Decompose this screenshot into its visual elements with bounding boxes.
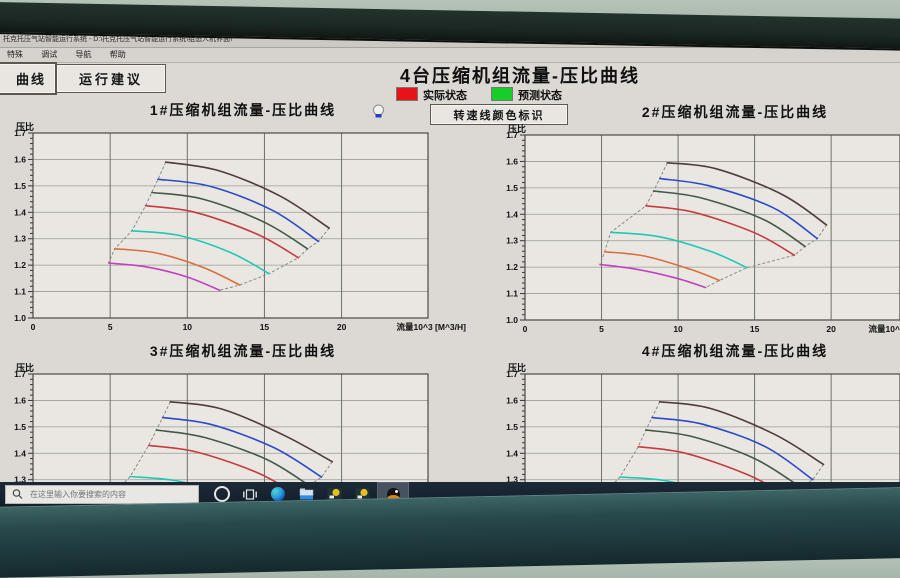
svg-text:1.1: 1.1 — [14, 287, 26, 297]
y-axis-label: 压比 — [508, 361, 526, 374]
chart-panel-unit1: 1#压缩机组流量-压比曲线 压比 1.01.11.21.31.41.51.61.… — [8, 100, 478, 340]
flow-pressure-chart-unit2: 1.01.11.21.31.41.51.61.705101520流量10^3 [… — [500, 122, 900, 337]
svg-text:1.1: 1.1 — [506, 289, 518, 299]
svg-text:1.4: 1.4 — [14, 448, 26, 458]
svg-text:1.0: 1.0 — [506, 315, 518, 325]
page-title: 4台压缩机组流量-压比曲线 — [320, 62, 720, 88]
svg-text:1.5: 1.5 — [506, 183, 518, 193]
y-axis-label: 压比 — [508, 122, 526, 135]
actual-status-swatch — [396, 87, 418, 101]
chart-title-unit4: 4#压缩机组流量-压比曲线 — [500, 341, 900, 361]
svg-text:10: 10 — [183, 322, 193, 332]
chart-title-unit1: 1#压缩机组流量-压比曲线 — [8, 100, 478, 120]
svg-text:1.5: 1.5 — [14, 422, 26, 432]
y-axis-label: 压比 — [16, 361, 34, 374]
svg-text:1.6: 1.6 — [506, 156, 518, 166]
menu-item-help[interactable]: 帮助 — [110, 48, 126, 62]
svg-text:0: 0 — [31, 322, 36, 332]
svg-text:15: 15 — [260, 322, 270, 332]
svg-text:10: 10 — [673, 324, 683, 334]
svg-text:1.4: 1.4 — [14, 207, 26, 217]
svg-text:1.4: 1.4 — [506, 448, 518, 458]
svg-text:1.3: 1.3 — [506, 236, 518, 246]
svg-text:1.6: 1.6 — [14, 395, 26, 405]
search-icon — [11, 488, 25, 500]
chart-title-unit3: 3#压缩机组流量-压比曲线 — [8, 341, 478, 361]
menu-item-special[interactable]: 特殊 — [7, 48, 23, 62]
svg-text:1.3: 1.3 — [14, 234, 26, 244]
menu-item-debug[interactable]: 调试 — [41, 48, 57, 62]
svg-text:1.2: 1.2 — [14, 260, 26, 270]
menu-bar: 特殊 调试 导航 帮助 — [0, 48, 900, 63]
svg-text:20: 20 — [826, 324, 836, 334]
run-advice-button[interactable]: 运行建议 — [56, 64, 166, 93]
app-window: 托克托压气站智能运行系统 - D:\托克托压气站智能运行系统\组态人机界面\ 特… — [0, 32, 900, 506]
svg-text:1.6: 1.6 — [506, 395, 518, 405]
taskbar-search-box[interactable] — [5, 485, 199, 504]
svg-text:流量10^3 [M^3/H]: 流量10^3 [M^3/H] — [869, 324, 900, 334]
flow-pressure-chart-unit1: 1.01.11.21.31.41.51.61.705101520流量10^3 [… — [8, 120, 468, 335]
svg-text:1.2: 1.2 — [506, 262, 518, 272]
svg-text:1.6: 1.6 — [14, 154, 26, 164]
svg-text:20: 20 — [337, 322, 347, 332]
svg-text:5: 5 — [599, 324, 604, 334]
svg-text:15: 15 — [750, 324, 760, 334]
menu-item-nav[interactable]: 导航 — [75, 48, 91, 62]
svg-text:1.5: 1.5 — [14, 181, 26, 191]
svg-text:0: 0 — [523, 324, 528, 334]
svg-text:流量10^3 [M^3/H]: 流量10^3 [M^3/H] — [397, 322, 467, 332]
chart-panel-unit2: 2#压缩机组流量-压比曲线 压比 1.01.11.21.31.41.51.61.… — [500, 102, 900, 342]
y-axis-label: 压比 — [16, 120, 34, 133]
svg-text:1.4: 1.4 — [506, 209, 518, 219]
predicted-status-label: 预测状态 — [518, 90, 562, 102]
predicted-status-swatch — [491, 87, 513, 101]
search-input[interactable] — [28, 489, 192, 500]
chart-title-unit2: 2#压缩机组流量-压比曲线 — [500, 102, 900, 122]
svg-text:5: 5 — [108, 322, 113, 332]
curve-button[interactable]: 曲线 — [0, 62, 57, 95]
svg-text:1.0: 1.0 — [14, 313, 26, 323]
svg-text:1.5: 1.5 — [506, 422, 518, 432]
